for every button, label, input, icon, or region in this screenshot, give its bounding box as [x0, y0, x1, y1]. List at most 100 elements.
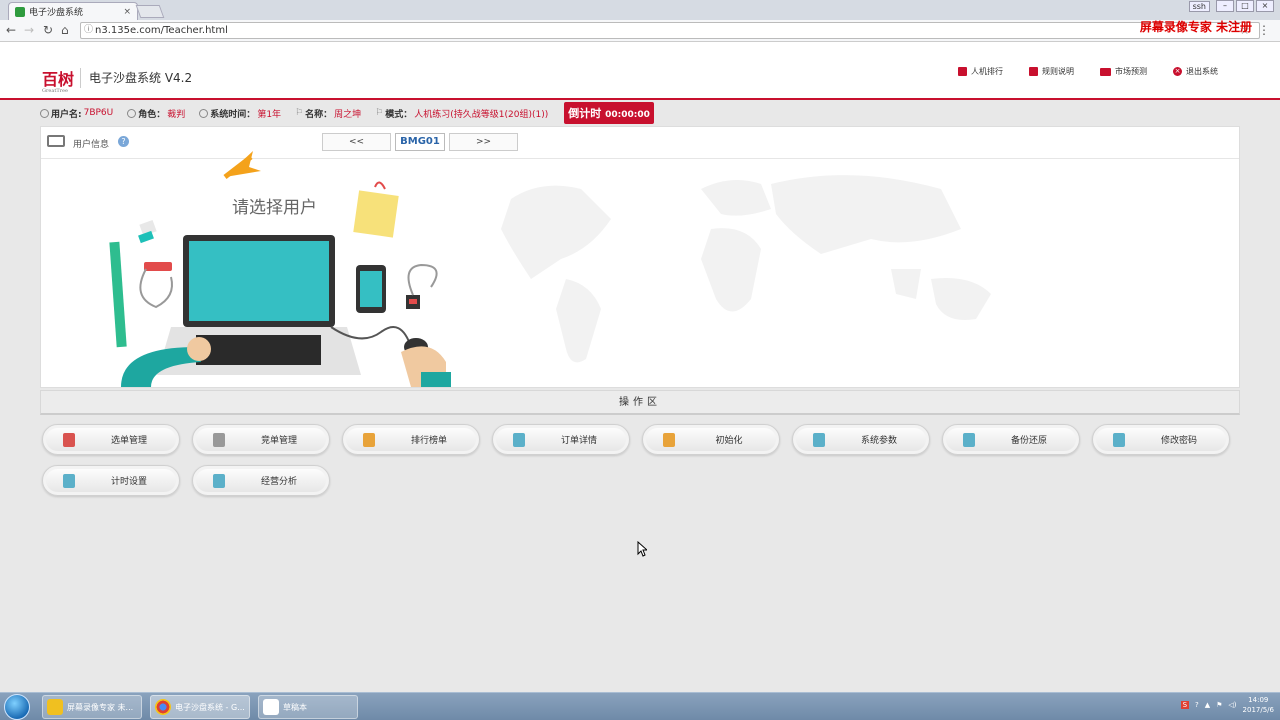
select-user-illustration — [109, 151, 451, 387]
tray-clock[interactable]: 14:09 2017/5/6 — [1243, 695, 1274, 715]
select-user-prompt: 请选择用户 — [232, 198, 317, 218]
op-button-5[interactable]: 初始化 — [642, 424, 780, 455]
op-button-7[interactable]: 备份还原 — [942, 424, 1080, 455]
nav-rules[interactable]: 规则说明 — [1029, 66, 1074, 77]
minimize-icon[interactable]: – — [1216, 0, 1234, 12]
browser-menu-icon[interactable]: ⋮ — [1258, 23, 1270, 37]
status-infobar: 用户名: 7BP6U 角色： 裁判 系统时间： 第1年 ⚐ 名称： 周之坤 ⚐ … — [0, 102, 1280, 124]
username-value: 7BP6U — [83, 108, 114, 118]
username-label: 用户名: — [51, 109, 82, 120]
task-chrome[interactable]: 电子沙盘系统 - G... — [150, 695, 250, 719]
op-button-8[interactable]: 修改密码 — [1092, 424, 1230, 455]
mouse-cursor-icon — [637, 541, 647, 557]
windows-taskbar: 屏幕录像专家 未... 电子沙盘系统 - G... 草稿本 S ? ▲ ⚑ ◁)… — [0, 692, 1280, 720]
browser-tab[interactable]: 电子沙盘系统 × — [8, 2, 138, 20]
forward-icon[interactable]: → — [24, 23, 34, 37]
timer-settings-icon — [63, 474, 75, 488]
op-button-label: 系统参数 — [860, 436, 897, 446]
system-params-icon — [813, 433, 825, 447]
task-notepad[interactable]: 草稿本 — [258, 695, 358, 719]
analysis-icon — [213, 474, 225, 488]
id-card-icon — [47, 135, 65, 147]
op-button-label: 初始化 — [715, 436, 743, 446]
select-order-icon — [63, 433, 75, 447]
input-method-icon[interactable]: S — [1180, 701, 1190, 709]
flag-tray-icon[interactable]: ⚑ — [1216, 701, 1222, 709]
mode-label: 模式： — [385, 109, 413, 120]
profile-badge[interactable]: ssh — [1188, 0, 1210, 12]
system-time-field: 系统时间： 第1年 — [199, 107, 281, 120]
op-button-2[interactable]: 竞单管理 — [192, 424, 330, 455]
ranking-list-icon — [363, 433, 375, 447]
backup-icon — [963, 433, 975, 447]
start-button[interactable] — [4, 694, 30, 720]
exit-icon: × — [1173, 67, 1182, 76]
name-label: 名称： — [305, 109, 333, 120]
tray-date: 2017/5/6 — [1242, 706, 1274, 714]
back-icon[interactable]: ← — [6, 23, 16, 37]
reload-icon[interactable]: ↻ — [43, 23, 53, 37]
task-label: 屏幕录像专家 未... — [67, 702, 134, 712]
op-button-6[interactable]: 系统参数 — [792, 424, 930, 455]
op-button-9[interactable]: 计时设置 — [42, 465, 180, 496]
op-button-1[interactable]: 选单管理 — [42, 424, 180, 455]
username-field: 用户名: 7BP6U — [40, 107, 113, 120]
close-window-icon[interactable]: × — [1256, 0, 1274, 12]
countdown-timer: 倒计时 00:00:00 — [564, 102, 654, 124]
nav-rules-label: 规则说明 — [1042, 67, 1074, 76]
info-icon[interactable]: ⓘ — [84, 23, 93, 38]
task-label: 电子沙盘系统 - G... — [175, 702, 245, 712]
op-button-label: 排行榜单 — [410, 436, 447, 446]
flag-icon: ⚐ — [295, 108, 304, 118]
help-tray-icon[interactable]: ? — [1195, 701, 1199, 709]
clock-icon — [199, 108, 209, 118]
nav-exit[interactable]: × 退出系统 — [1173, 66, 1218, 77]
home-nav-icon[interactable]: ⌂ — [61, 23, 69, 37]
mode-value: 人机练习(持久战等级1(20组)(1)) — [414, 109, 549, 120]
nav-market-forecast[interactable]: 市场预测 — [1100, 66, 1147, 77]
name-field: ⚐ 名称： 周之坤 — [295, 107, 361, 120]
order-detail-icon — [513, 433, 525, 447]
op-button-label: 竞单管理 — [260, 436, 297, 446]
countdown-label: 倒计时 — [568, 107, 602, 120]
address-bar: ← → ↻ ⌂ ⓘ n3.135e.com/Teacher.html ☆ ⋮ — [0, 20, 1280, 42]
user-info-panel: 用户信息 ? << BMG01 >> 请选择用户 — [40, 126, 1240, 388]
op-button-10[interactable]: 经营分析 — [192, 465, 330, 496]
app-header: 百树 GreatTree 电子沙盘系统 V4.2 人机排行 规则说明 市场预测 … — [0, 42, 1280, 100]
maximize-icon[interactable]: □ — [1236, 0, 1254, 12]
operation-area-title: 操作区 — [40, 390, 1240, 415]
op-button-label: 订单详情 — [560, 436, 597, 446]
role-field: 角色： 裁判 — [127, 107, 185, 120]
system-time-value: 第1年 — [257, 109, 282, 120]
tab-title: 电子沙盘系统 — [29, 8, 84, 18]
op-button-3[interactable]: 排行榜单 — [342, 424, 480, 455]
new-tab-button[interactable] — [135, 5, 165, 18]
name-value: 周之坤 — [334, 109, 362, 120]
app-title: 电子沙盘系统 V4.2 — [89, 71, 193, 85]
user-icon — [40, 108, 49, 118]
op-button-4[interactable]: 订单详情 — [492, 424, 630, 455]
op-button-label: 修改密码 — [1160, 436, 1197, 446]
nav-ranking[interactable]: 人机排行 — [958, 66, 1003, 77]
role-icon — [127, 108, 137, 118]
logo-text: 百树 — [42, 70, 75, 89]
window-controls: ssh – □ × — [1188, 0, 1274, 12]
nav-exit-label: 退出系统 — [1186, 67, 1218, 76]
world-map-background — [501, 175, 991, 363]
home-icon — [663, 433, 675, 447]
browser-tabbar: 电子沙盘系统 × ssh – □ × — [0, 0, 1280, 20]
help-icon[interactable]: ? — [118, 136, 129, 147]
system-time-label: 系统时间： — [210, 109, 256, 120]
volume-icon[interactable]: ◁) — [1228, 701, 1236, 709]
nav-market-label: 市场预测 — [1115, 67, 1147, 76]
recorder-watermark: 屏幕录像专家 未注册 — [1139, 20, 1252, 34]
countdown-value: 00:00:00 — [605, 110, 650, 120]
task-screen-recorder[interactable]: 屏幕录像专家 未... — [42, 695, 142, 719]
url-field[interactable]: ⓘ n3.135e.com/Teacher.html — [80, 22, 1260, 39]
tab-close-icon[interactable]: × — [123, 7, 131, 17]
role-label: 角色： — [138, 109, 166, 120]
network-icon[interactable]: ▲ — [1205, 701, 1210, 709]
ranking-icon — [958, 67, 967, 76]
system-tray: S ? ▲ ⚑ ◁) 14:09 2017/5/6 — [1180, 695, 1274, 715]
rules-icon — [1029, 67, 1038, 76]
